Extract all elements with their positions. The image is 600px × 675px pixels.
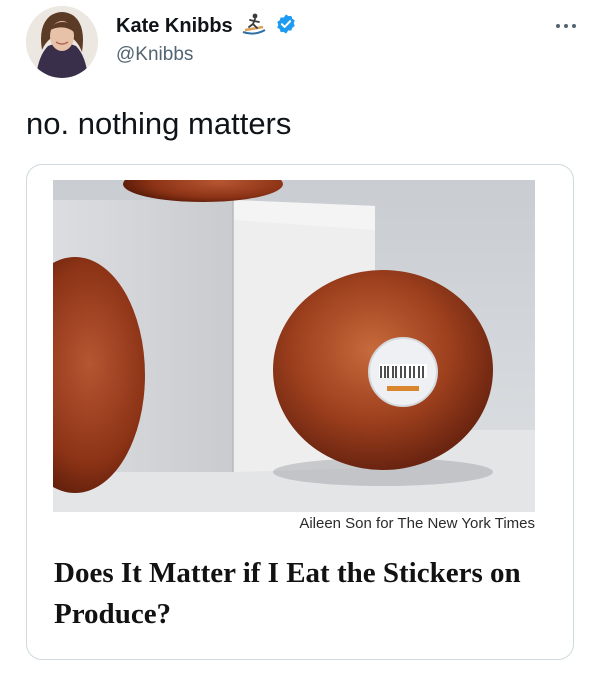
display-name[interactable]: Kate Knibbs [116,15,233,38]
more-dots-icon [556,24,576,28]
name-row: Kate Knibbs [116,12,297,41]
tweet: Kate Knibbs @Knibbs no. nothing matters [0,0,600,675]
link-card[interactable]: Aileen Son for The New York Times Does I… [26,164,574,660]
verified-badge-icon [275,13,297,40]
photo-credit: Aileen Son for The New York Times [299,515,535,532]
user-handle[interactable]: @Knibbs [116,44,193,66]
card-image [27,166,535,512]
card-headline[interactable]: Does It Matter if I Eat the Stickers on … [54,553,524,635]
produce-sticker [368,337,438,407]
more-options-button[interactable] [550,16,582,36]
avatar[interactable] [26,6,98,78]
tweet-text: no. nothing matters [26,106,292,141]
surfer-icon [241,12,267,41]
